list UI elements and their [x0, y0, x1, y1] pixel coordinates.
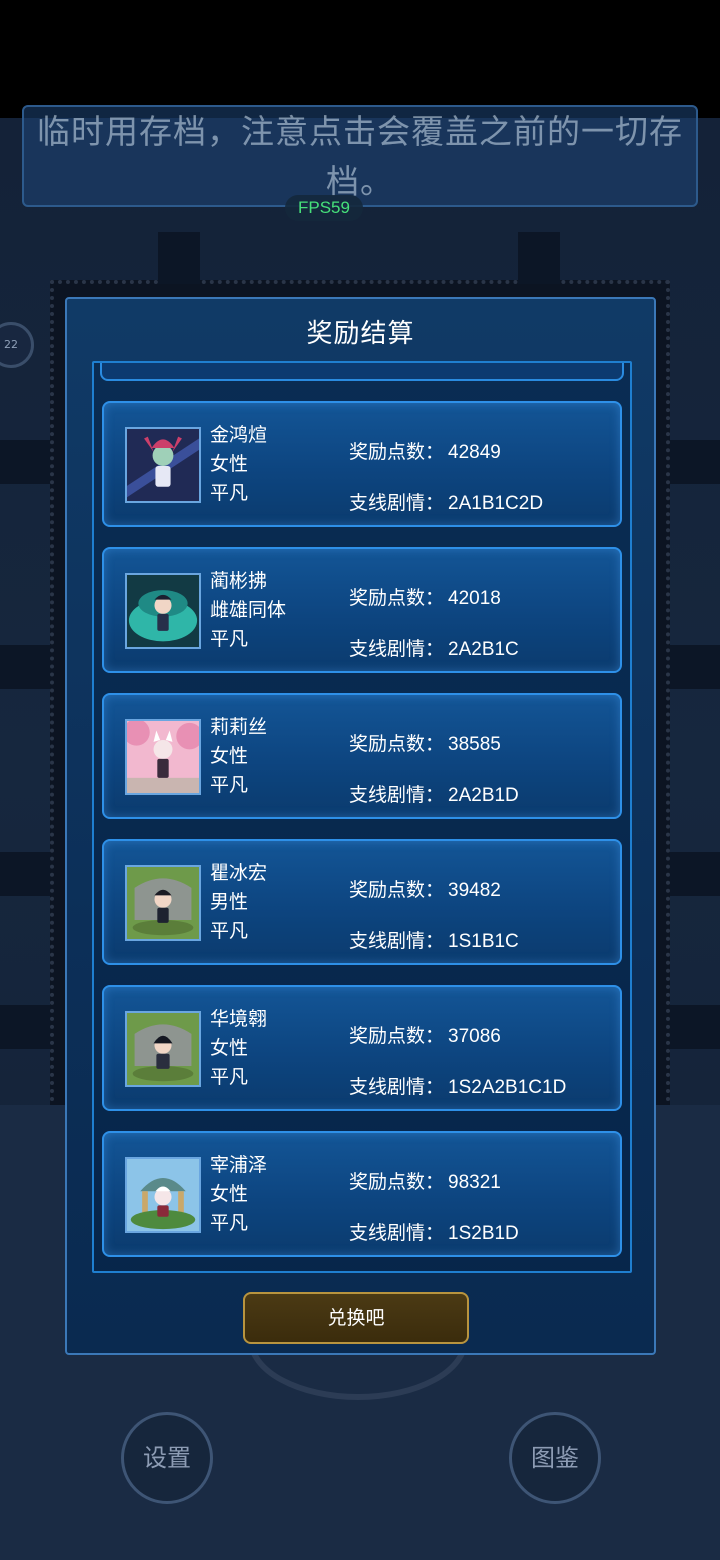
codex-button[interactable]: 图鉴	[509, 1412, 601, 1504]
character-rank: 平凡	[210, 482, 249, 504]
character-name: 莉莉丝	[210, 716, 268, 738]
branch-story-label: 支线剧情：	[349, 784, 445, 806]
reward-points-value: 37086	[448, 1026, 501, 1047]
board-edge-block	[0, 1005, 50, 1049]
branch-story-value: 2A1B1C2D	[448, 493, 544, 514]
branch-story-label: 支线剧情：	[349, 1076, 445, 1098]
character-gender: 女性	[210, 1183, 249, 1205]
board-edge-block	[670, 1005, 720, 1049]
reward-points-value: 42018	[448, 588, 501, 609]
character-gender: 男性	[210, 891, 249, 913]
character-name: 蔺彬拂	[210, 570, 268, 592]
reward-points-value: 42849	[448, 442, 501, 463]
reward-points-label: 奖励点数：	[349, 441, 445, 463]
character-card[interactable]: 蔺彬拂 雌雄同体 平凡 奖励点数： 42018 支线剧情： 2A2B1C	[102, 547, 622, 673]
branch-story-value: 2A2B1C	[448, 639, 519, 660]
fps-counter: FPS59	[285, 195, 363, 221]
branch-story-label: 支线剧情：	[349, 930, 445, 952]
reward-points-label: 奖励点数：	[349, 1025, 445, 1047]
top-bar-area	[0, 0, 720, 118]
character-portrait-icon	[125, 865, 201, 941]
character-card[interactable]: 莉莉丝 女性 平凡 奖励点数： 38585 支线剧情： 2A2B1D	[102, 693, 622, 819]
board-pillar-right	[518, 232, 560, 284]
character-name: 宰浦泽	[210, 1154, 268, 1176]
reward-points-value: 98321	[448, 1172, 501, 1193]
exchange-button[interactable]: 兑换吧	[243, 1292, 469, 1344]
board-pillar-left	[158, 232, 200, 284]
character-portrait-icon	[125, 1157, 201, 1233]
branch-story-label: 支线剧情：	[349, 638, 445, 660]
portrait-image	[127, 1013, 199, 1085]
portrait-image	[127, 721, 199, 793]
branch-story-value: 1S2A2B1C1D	[448, 1077, 567, 1098]
reward-points-label: 奖励点数：	[349, 879, 445, 901]
list-item-partial	[100, 363, 624, 381]
branch-story-value: 1S1B1C	[448, 931, 519, 952]
portrait-image	[127, 1159, 199, 1231]
branch-story-label: 支线剧情：	[349, 1222, 445, 1244]
character-rank: 平凡	[210, 1066, 249, 1088]
save-notice-banner[interactable]: 临时用存档，注意点击会覆盖之前的一切存档。	[22, 105, 698, 207]
settings-button[interactable]: 设置	[121, 1412, 213, 1504]
portrait-image	[127, 429, 199, 501]
branch-story-value: 1S2B1D	[448, 1223, 519, 1244]
character-card[interactable]: 金鸿煊 女性 平凡 奖励点数： 42849 支线剧情： 2A1B1C2D	[102, 401, 622, 527]
branch-story-value: 2A2B1D	[448, 785, 519, 806]
character-rank: 平凡	[210, 920, 249, 942]
reward-points-label: 奖励点数：	[349, 733, 445, 755]
branch-story-label: 支线剧情：	[349, 492, 445, 514]
character-gender: 女性	[210, 453, 249, 475]
dialog-title: 奖励结算	[306, 319, 415, 349]
character-portrait-icon	[125, 427, 201, 503]
reward-points-label: 奖励点数：	[349, 587, 445, 609]
reward-points-value: 38585	[448, 734, 501, 755]
reward-points-value: 39482	[448, 880, 501, 901]
portrait-image	[127, 575, 199, 647]
board-edge-block	[670, 440, 720, 484]
character-rank: 平凡	[210, 774, 249, 796]
character-portrait-icon	[125, 573, 201, 649]
character-gender: 女性	[210, 1037, 249, 1059]
character-card[interactable]: 华境翱 女性 平凡 奖励点数： 37086 支线剧情： 1S2A2B1C1D	[102, 985, 622, 1111]
character-reward-list[interactable]: 金鸿煊 女性 平凡 奖励点数： 42849 支线剧情： 2A1B1C2D 蔺彬拂…	[92, 361, 632, 1273]
board-edge-block	[0, 440, 50, 484]
board-edge-block	[0, 852, 50, 896]
character-name: 金鸿煊	[210, 424, 268, 446]
character-card[interactable]: 宰浦泽 女性 平凡 奖励点数： 98321 支线剧情： 1S2B1D	[102, 1131, 622, 1257]
character-portrait-icon	[125, 719, 201, 795]
board-edge-block	[0, 645, 50, 689]
reward-points-label: 奖励点数：	[349, 1171, 445, 1193]
portrait-image	[127, 867, 199, 939]
character-name: 华境翱	[210, 1008, 268, 1030]
reward-settlement-dialog: 奖励结算 金鸿煊 女性 平凡 奖励点数： 42849 支线剧情： 2A1B1C2…	[65, 297, 656, 1355]
character-rank: 平凡	[210, 628, 249, 650]
character-portrait-icon	[125, 1011, 201, 1087]
character-rank: 平凡	[210, 1212, 249, 1234]
character-gender: 雌雄同体	[210, 599, 287, 621]
board-edge-block	[670, 852, 720, 896]
board-edge-block	[670, 645, 720, 689]
character-card[interactable]: 瞿冰宏 男性 平凡 奖励点数： 39482 支线剧情： 1S1B1C	[102, 839, 622, 965]
character-gender: 女性	[210, 745, 249, 767]
character-name: 瞿冰宏	[210, 862, 268, 884]
